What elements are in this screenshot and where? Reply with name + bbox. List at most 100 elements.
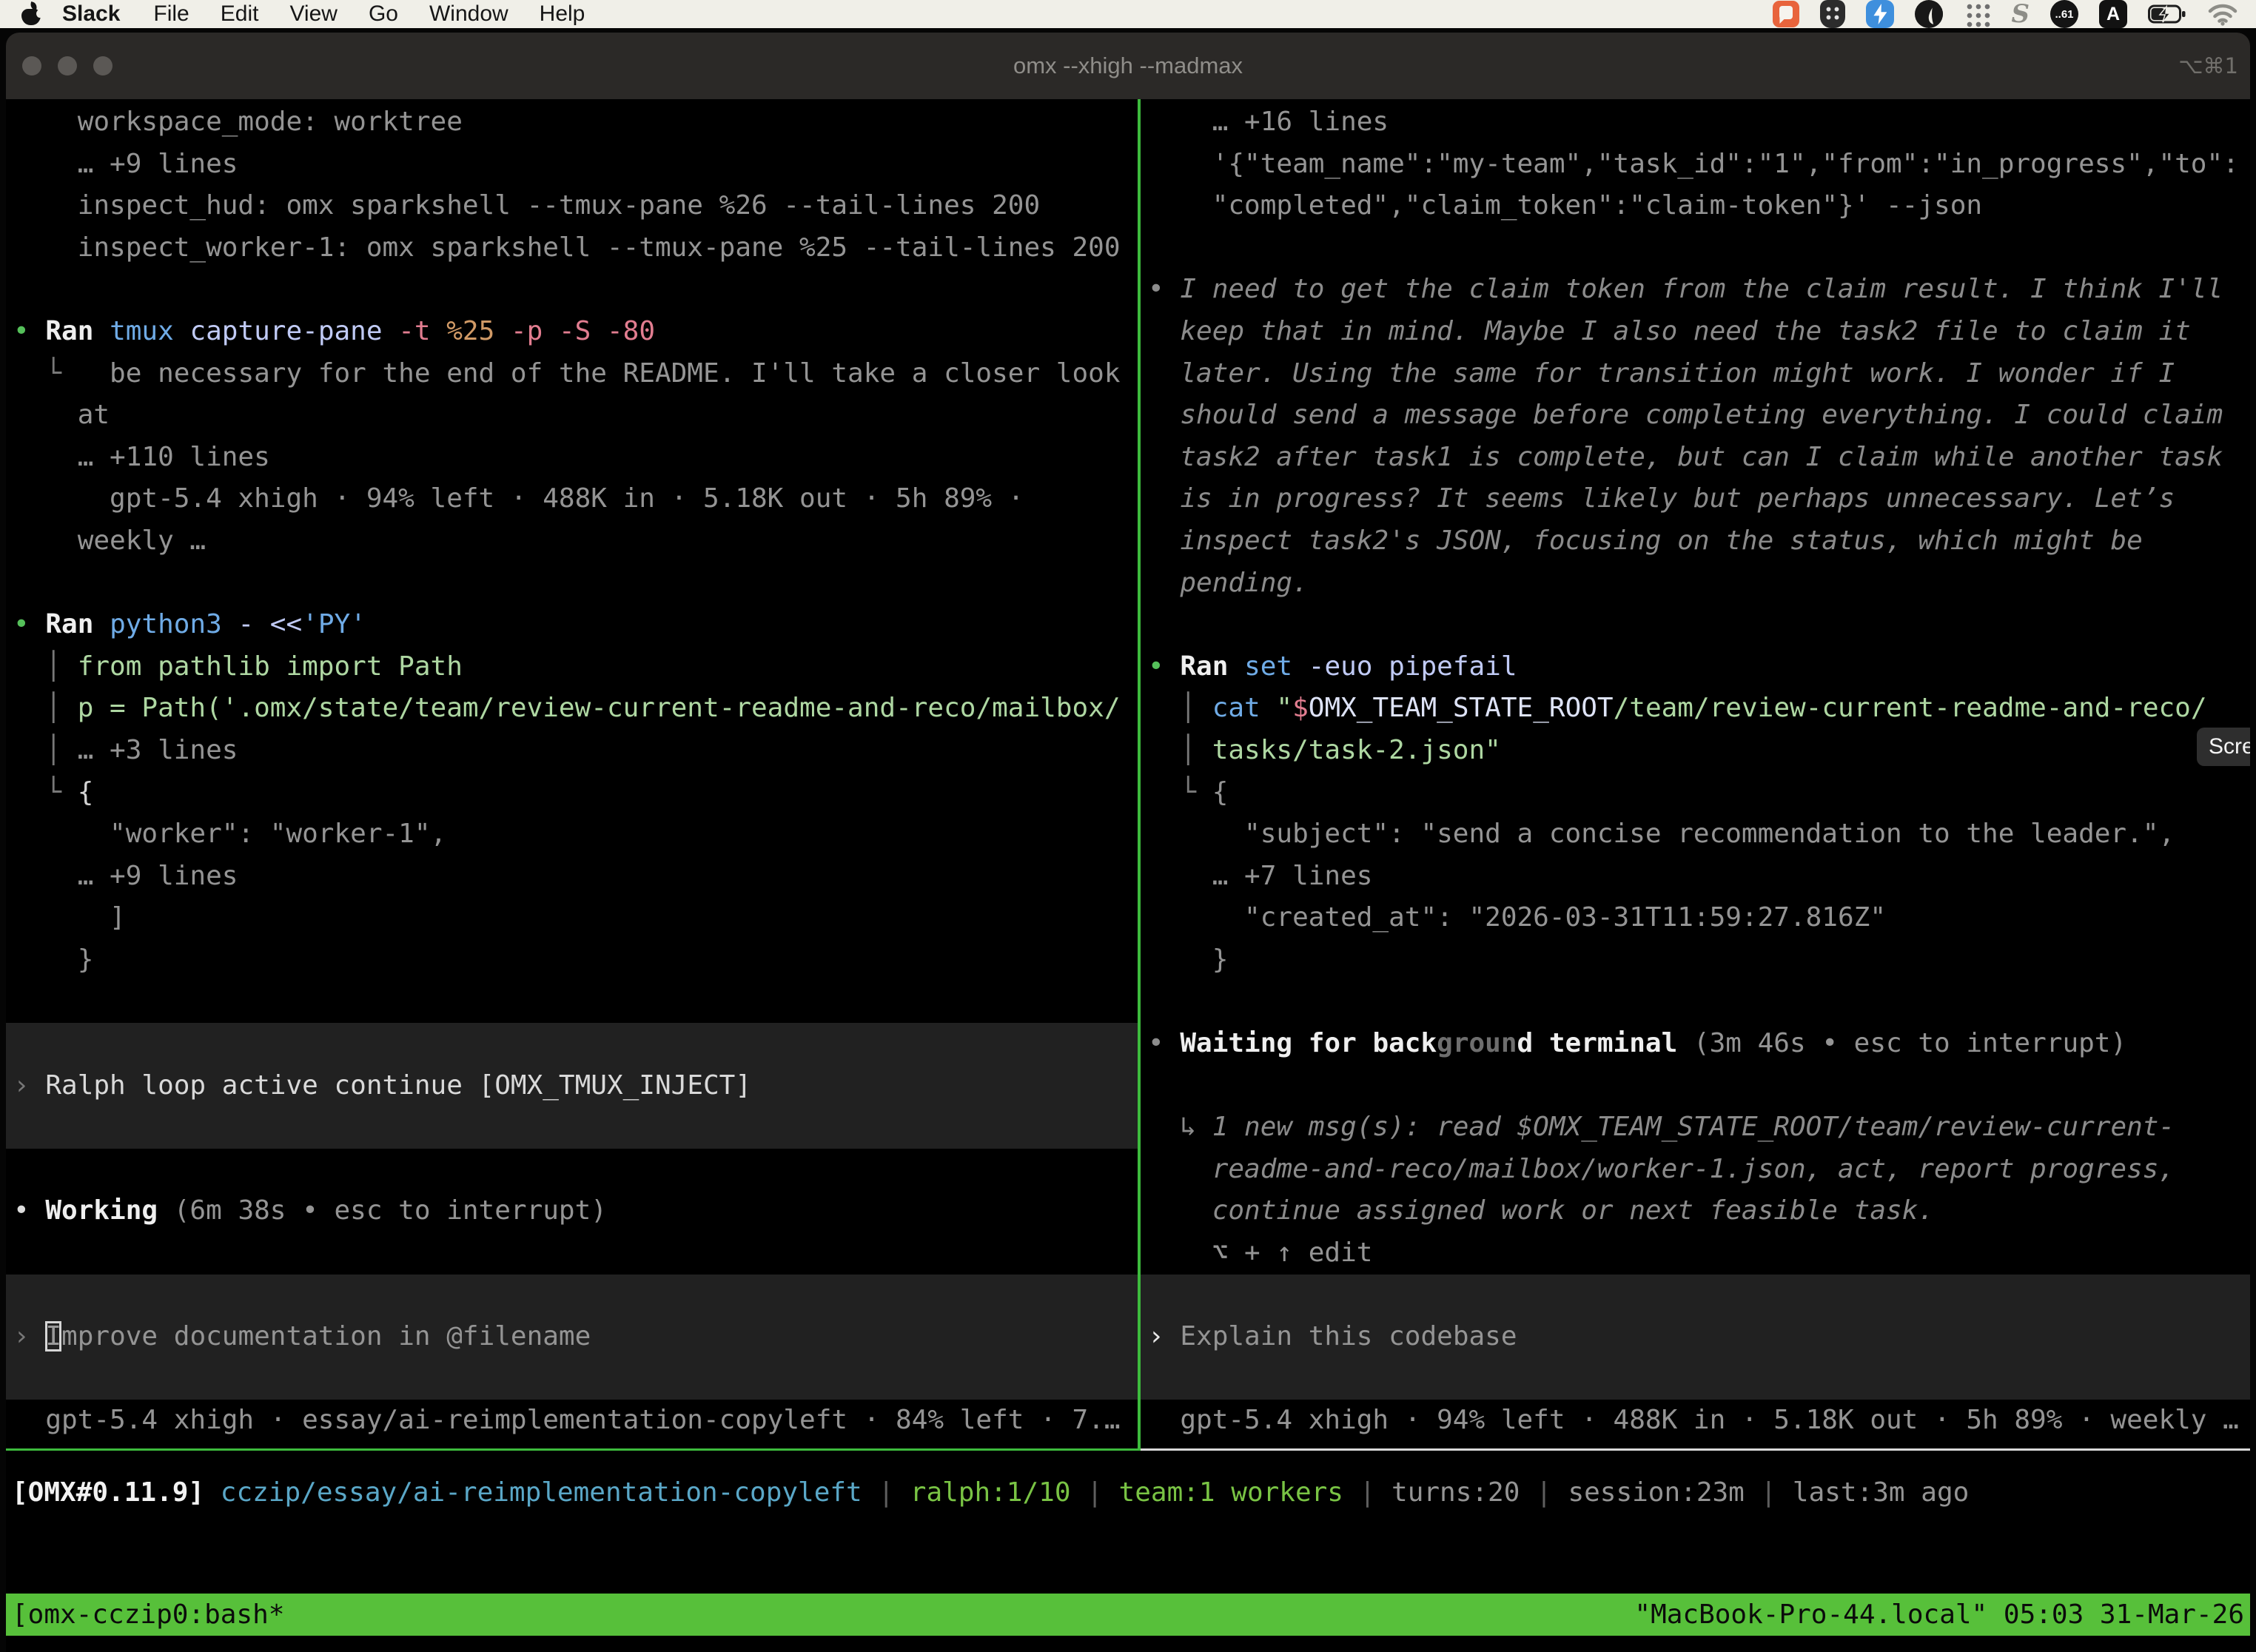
terminal-text-segment: •	[1148, 1028, 1180, 1058]
terminal-blank-line	[13, 1107, 1138, 1149]
terminal-text-segment: /team/review-current-readme-and-reco/	[1614, 693, 2207, 723]
terminal-text-segment: Ran	[45, 609, 110, 639]
crescent-app-icon[interactable]	[1915, 0, 1943, 28]
menu-item-view[interactable]: View	[274, 1, 352, 27]
a-app-icon[interactable]: A	[2099, 0, 2127, 28]
apple-menu-icon[interactable]	[21, 2, 41, 26]
terminal-text-segment: │	[13, 735, 78, 765]
terminal-line: ]	[13, 897, 1138, 939]
menu-item-window[interactable]: Window	[414, 1, 524, 27]
terminal-text-segment: "completed","claim_token":"claim-token"}…	[1148, 190, 1982, 221]
menu-item-help[interactable]: Help	[524, 1, 601, 27]
right-pane[interactable]: … +16 lines '{"team_name":"my-team","tas…	[1141, 99, 2250, 1448]
omx-status-line: [OMX#0.11.9] cczip/essay/ai-reimplementa…	[12, 1472, 2240, 1514]
terminal-text-segment: be necessary for the end of the README. …	[110, 358, 1120, 389]
terminal-text-segment: turns:20	[1391, 1477, 1520, 1508]
screen-recording-icon[interactable]	[1773, 1, 1799, 27]
terminal-line: }	[1148, 939, 2250, 981]
ralph-loop-banner: › Ralph loop active continue [OMX_TMUX_I…	[6, 1023, 1138, 1149]
terminal-text-segment: |	[1071, 1477, 1119, 1508]
terminal-line: weekly …	[13, 520, 1138, 563]
terminal-line: › Ralph loop active continue [OMX_TMUX_I…	[13, 1065, 1138, 1107]
terminal-text-segment: %25	[446, 316, 511, 346]
terminal-blank-line	[13, 1149, 1138, 1191]
terminal-line: continue assigned work or next feasible …	[1148, 1190, 2250, 1232]
terminal-text-segment: -S	[559, 316, 607, 346]
screen-share-tooltip[interactable]: Scre	[2197, 728, 2250, 766]
terminal-text-segment: capture-pane	[189, 316, 398, 346]
terminal-line: later. Using the same for transition mig…	[1148, 353, 2250, 395]
terminal-text-segment: Ran	[1180, 651, 1244, 682]
terminal-text-segment: |	[862, 1477, 910, 1508]
terminal-text-segment: weekly …	[13, 526, 206, 556]
terminal-text-segment: ralph:1/10	[910, 1477, 1071, 1508]
terminal-area: workspace_mode: worktree … +9 lines insp…	[6, 99, 2250, 1652]
terminal-text-segment: └	[13, 358, 110, 389]
tmux-status-bar[interactable]: [omx-cczip0:bash* "MacBook-Pro-44.local"…	[6, 1594, 2250, 1636]
terminal-line: • Ran python3 - <<'PY'	[13, 604, 1138, 646]
squiggle-icon[interactable]	[2011, 0, 2030, 29]
terminal-text-segment: "	[1276, 693, 1292, 723]
terminal-text-segment: last:3m ago	[1793, 1477, 1969, 1508]
terminal-line: inspect_hud: omx sparkshell --tmux-pane …	[13, 185, 1138, 227]
lightning-app-icon[interactable]	[1866, 0, 1894, 28]
window-titlebar[interactable]: omx --xhigh --madmax ⌥⌘1	[6, 33, 2250, 99]
keypad-shield-icon[interactable]	[1820, 0, 1845, 28]
terminal-text-segment: ›	[1148, 1321, 1180, 1352]
terminal-text-segment: Ran	[45, 316, 110, 346]
left-pane-bottom-border	[6, 1448, 1138, 1451]
terminal-text-segment: |	[1745, 1477, 1793, 1508]
terminal-text-segment: │	[1148, 693, 1212, 723]
right-prompt-input[interactable]: › Explain this codebase	[1141, 1275, 2250, 1400]
terminal-text-segment: 1 new msg(s): read $OMX_TEAM_STATE_ROOT/…	[1212, 1112, 2175, 1142]
terminal-text-segment: tmux	[110, 316, 189, 346]
terminal-line: keep that in mind. Maybe I also need the…	[1148, 311, 2250, 353]
terminal-text-segment: tasks/task-2.json"	[1212, 735, 1501, 765]
terminal-line: │ … +3 lines	[13, 730, 1138, 772]
terminal-text-segment: │	[13, 693, 78, 723]
terminal-line: at	[13, 394, 1138, 437]
terminal-line: "subject": "send a concise recommendatio…	[1148, 813, 2250, 856]
terminal-text-segment: … +9 lines	[13, 861, 238, 891]
terminal-line: │ cat "$OMX_TEAM_STATE_ROOT/team/review-…	[1148, 688, 2250, 730]
terminal-blank-line	[13, 563, 1138, 605]
wifi-icon[interactable]	[2207, 2, 2238, 26]
terminal-text-segment: ]	[13, 902, 126, 933]
terminal-blank-line	[13, 981, 1138, 1023]
terminal-line: … +7 lines	[1148, 856, 2250, 898]
menu-item-edit[interactable]: Edit	[205, 1, 275, 27]
window-title: omx --xhigh --madmax	[6, 33, 2250, 99]
menu-item-slack[interactable]: Slack	[52, 1, 138, 27]
terminal-text-segment: inspect_worker-1: omx sparkshell --tmux-…	[13, 232, 1121, 263]
left-pane[interactable]: workspace_mode: worktree … +9 lines insp…	[6, 99, 1138, 1448]
terminal-text-segment: -80	[607, 316, 655, 346]
terminal-prompt-line[interactable]: › Explain this codebase	[1148, 1316, 2250, 1358]
terminal-line: [OMX#0.11.9] cczip/essay/ai-reimplementa…	[12, 1472, 2240, 1514]
terminal-prompt-line[interactable]: › Improve documentation in @filename	[13, 1316, 1138, 1358]
terminal-blank-line	[1148, 604, 2250, 646]
terminal-line: … +110 lines	[13, 437, 1138, 479]
timer-badge-icon[interactable]: ..61	[2050, 0, 2078, 28]
terminal-text-segment: continue assigned work or next feasible …	[1148, 1195, 1934, 1226]
terminal-text-segment: └	[1148, 777, 1212, 807]
terminal-text-segment: ›	[13, 1321, 45, 1352]
left-prompt-input[interactable]: › Improve documentation in @filename	[6, 1275, 1138, 1400]
menu-item-file[interactable]: File	[138, 1, 204, 27]
terminal-text-segment: - <<	[238, 609, 302, 639]
terminal-text-segment: I need to get the claim token from the c…	[1180, 274, 2223, 304]
terminal-text-segment: python3	[110, 609, 238, 639]
terminal-blank-line	[1148, 1275, 2250, 1317]
apple-bite	[36, 10, 44, 18]
menu-item-go[interactable]: Go	[353, 1, 414, 27]
terminal-text-segment: |	[1343, 1477, 1391, 1508]
terminal-line: │ from pathlib import Path	[13, 646, 1138, 688]
dots-grid-icon[interactable]	[1964, 1, 1990, 27]
terminal-text-segment: -euo pipefail	[1309, 651, 1517, 682]
terminal-text-segment: │	[13, 651, 78, 682]
terminal-text-segment: … +3 lines	[78, 735, 238, 765]
terminal-text-segment: {	[78, 777, 94, 807]
terminal-text-segment: … +110 lines	[13, 442, 270, 472]
terminal-text-segment: Waiting for back	[1180, 1028, 1437, 1058]
battery-icon[interactable]	[2148, 4, 2186, 24]
terminal-text-segment: … +16 lines	[1148, 107, 1389, 137]
